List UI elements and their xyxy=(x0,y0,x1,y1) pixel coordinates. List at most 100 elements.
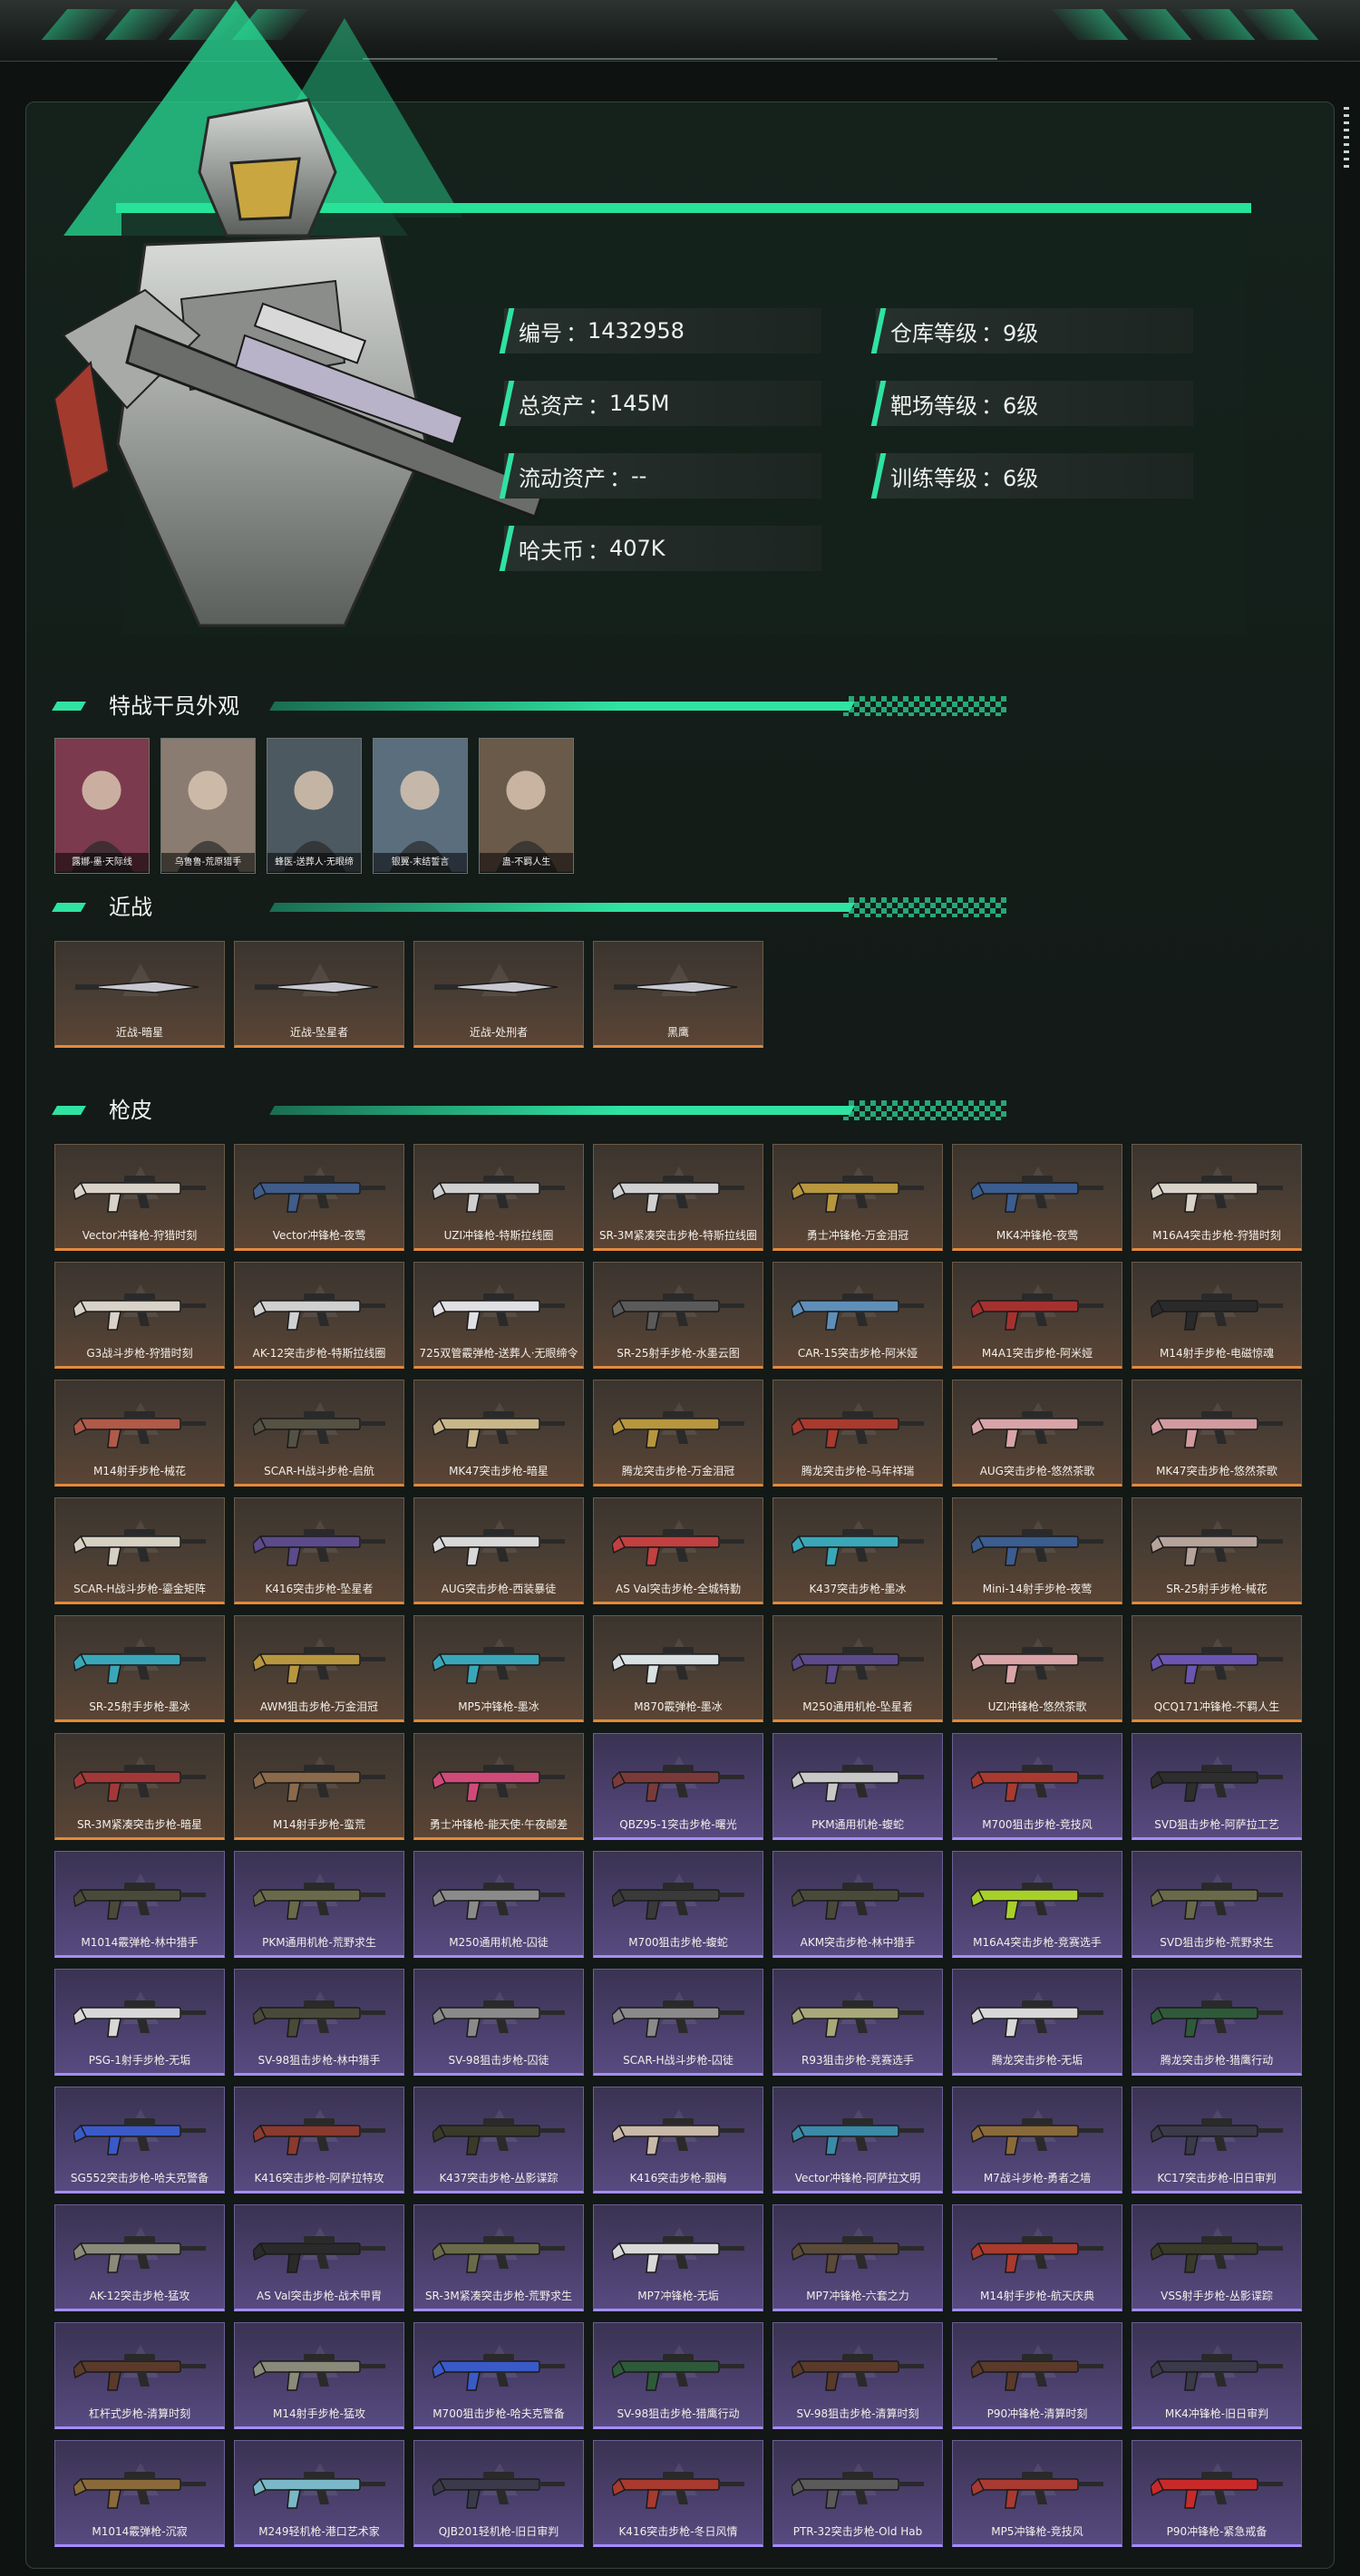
gun-skin-tile[interactable]: MP7冲锋枪-无垢 xyxy=(593,2204,763,2311)
gun-skin-tile[interactable]: K437突击步枪-丛影谍踪 xyxy=(413,2087,584,2193)
gun-skin-tile[interactable]: UZI冲锋枪-特斯拉线圈 xyxy=(413,1144,584,1251)
operator-card[interactable]: 露娜-墨·天际线 xyxy=(54,738,150,874)
gun-skin-tile[interactable]: QBZ95-1突击步枪-曙光 xyxy=(593,1733,763,1840)
gun-skin-tile[interactable]: AS Val突击步枪-战术甲胄 xyxy=(234,2204,404,2311)
gun-skin-tile[interactable]: 勇士冲锋枪-万金泪冠 xyxy=(772,1144,943,1251)
gun-skin-tile[interactable]: M16A4突击步枪-竞赛选手 xyxy=(952,1851,1122,1958)
gun-skin-tile[interactable]: QCQ171冲锋枪-不羁人生 xyxy=(1132,1615,1302,1722)
gun-skin-tile[interactable]: PTR-32突击步枪-Old Hab xyxy=(772,2440,943,2547)
gun-skin-tile[interactable]: K416突击步枪-冬日风情 xyxy=(593,2440,763,2547)
gun-skin-tile[interactable]: P90冲锋枪-清算时刻 xyxy=(952,2322,1122,2429)
gun-skin-tile[interactable]: M7战斗步枪-勇者之墙 xyxy=(952,2087,1122,2193)
gun-skin-tile[interactable]: M700狙击步枪-蝮蛇 xyxy=(593,1851,763,1958)
gun-skin-tile[interactable]: M14射手步枪-电磁惊魂 xyxy=(1132,1262,1302,1369)
gun-skin-tile[interactable]: M14射手步枪-械花 xyxy=(54,1380,225,1487)
knife-icon xyxy=(434,981,559,993)
gun-skin-tile[interactable]: MP5冲锋枪-竞技风 xyxy=(952,2440,1122,2547)
gun-skin-tile[interactable]: SR-25射手步枪-水墨云图 xyxy=(593,1262,763,1369)
gun-skin-tile[interactable]: 腾龙突击步枪-万金泪冠 xyxy=(593,1380,763,1487)
gun-skin-tile[interactable]: SR-25射手步枪-墨冰 xyxy=(54,1615,225,1722)
gun-skin-tile[interactable]: M1014霰弹枪-沉寂 xyxy=(54,2440,225,2547)
gun-skin-tile[interactable]: Vector冲锋枪-夜莺 xyxy=(234,1144,404,1251)
gun-skin-tile[interactable]: M700狙击步枪-竞技风 xyxy=(952,1733,1122,1840)
gun-skin-tile[interactable]: M700狙击步枪-哈夫克警备 xyxy=(413,2322,584,2429)
gun-skin-tile[interactable]: MK47突击步枪-暗星 xyxy=(413,1380,584,1487)
gun-skin-tile[interactable]: AWM狙击步枪-万金泪冠 xyxy=(234,1615,404,1722)
gun-skin-tile[interactable]: SV-98狙击步枪-林中猎手 xyxy=(234,1969,404,2076)
gun-skin-tile[interactable]: SR-25射手步枪-械花 xyxy=(1132,1497,1302,1604)
gun-skin-tile[interactable]: PKM通用机枪-荒野求生 xyxy=(234,1851,404,1958)
gun-skin-tile[interactable]: SV-98狙击步枪-猎鹰行动 xyxy=(593,2322,763,2429)
gun-skin-tile[interactable]: M249轻机枪-港口艺术家 xyxy=(234,2440,404,2547)
operator-card[interactable]: 蜂医-送葬人·无眼缔 xyxy=(267,738,362,874)
gun-skin-tile[interactable]: SV-98狙击步枪-清算时刻 xyxy=(772,2322,943,2429)
gun-skin-tile[interactable]: K416突击步枪-胭梅 xyxy=(593,2087,763,2193)
gun-skin-tile[interactable]: AKM突击步枪-林中猎手 xyxy=(772,1851,943,1958)
gun-skin-tile[interactable]: AUG突击步枪-西装暴徒 xyxy=(413,1497,584,1604)
item-name: R93狙击步枪-竞赛选手 xyxy=(801,2054,914,2067)
gun-skin-tile[interactable]: M250通用机枪-坠星者 xyxy=(772,1615,943,1722)
weapon-icon xyxy=(73,1765,206,1802)
gun-skin-tile[interactable]: PSG-1射手步枪-无垢 xyxy=(54,1969,225,2076)
gun-skin-tile[interactable]: AK-12突击步枪-猛攻 xyxy=(54,2204,225,2311)
gun-skin-tile[interactable]: MK47突击步枪-悠然茶歌 xyxy=(1132,1380,1302,1487)
gun-skin-tile[interactable]: M1014霰弹枪-林中猎手 xyxy=(54,1851,225,1958)
gun-skin-tile[interactable]: R93狙击步枪-竞赛选手 xyxy=(772,1969,943,2076)
gun-skin-tile[interactable]: Mini-14射手步枪-夜莺 xyxy=(952,1497,1122,1604)
melee-tile[interactable]: 近战-暗星 xyxy=(54,941,225,1048)
gun-skin-tile[interactable]: 杠杆式步枪-清算时刻 xyxy=(54,2322,225,2429)
operator-card[interactable]: 乌鲁鲁-荒原猎手 xyxy=(160,738,256,874)
melee-tile[interactable]: 黑鹰 xyxy=(593,941,763,1048)
gun-skin-tile[interactable]: AK-12突击步枪-特斯拉线圈 xyxy=(234,1262,404,1369)
gun-skin-tile[interactable]: M14射手步枪-航天庆典 xyxy=(952,2204,1122,2311)
gun-skin-tile[interactable]: Vector冲锋枪-阿萨拉文明 xyxy=(772,2087,943,2193)
stat-total-assets: 总资产： 145M xyxy=(504,381,821,426)
gun-skin-tile[interactable]: MK4冲锋枪-旧日审判 xyxy=(1132,2322,1302,2429)
stat-liquid-assets: 流动资产： -- xyxy=(504,453,821,499)
gun-skin-tile[interactable]: K416突击步枪-阿萨拉特攻 xyxy=(234,2087,404,2193)
operator-card[interactable]: 蛊-不羁人生 xyxy=(479,738,574,874)
gun-skin-tile[interactable]: SR-3M紧凑突击步枪-特斯拉线圈 xyxy=(593,1144,763,1251)
gun-skin-tile[interactable]: K416突击步枪-坠星者 xyxy=(234,1497,404,1604)
gun-skin-tile[interactable]: SV-98狙击步枪-囚徒 xyxy=(413,1969,584,2076)
gun-skin-tile[interactable]: AUG突击步枪-悠然茶歌 xyxy=(952,1380,1122,1487)
melee-tile[interactable]: 近战-处刑者 xyxy=(413,941,584,1048)
gun-skin-tile[interactable]: PKM通用机枪-蝮蛇 xyxy=(772,1733,943,1840)
gun-skin-tile[interactable]: Vector冲锋枪-狩猎时刻 xyxy=(54,1144,225,1251)
gun-skin-tile[interactable]: SG552突击步枪-哈夫克警备 xyxy=(54,2087,225,2193)
gun-skin-tile[interactable]: 勇士冲锋枪-能天使·午夜邮差 xyxy=(413,1733,584,1840)
gun-skin-tile[interactable]: MP7冲锋枪-六套之力 xyxy=(772,2204,943,2311)
gun-skin-tile[interactable]: SVD狙击步枪-荒野求生 xyxy=(1132,1851,1302,1958)
gun-skin-tile[interactable]: G3战斗步枪-狩猎时刻 xyxy=(54,1262,225,1369)
gun-skin-tile[interactable]: SCAR-H战斗步枪-囚徒 xyxy=(593,1969,763,2076)
gun-skin-tile[interactable]: SCAR-H战斗步枪-鎏金矩阵 xyxy=(54,1497,225,1604)
gun-skin-tile[interactable]: M16A4突击步枪-狩猎时刻 xyxy=(1132,1144,1302,1251)
gun-skin-tile[interactable]: K437突击步枪-墨冰 xyxy=(772,1497,943,1604)
gun-skin-tile[interactable]: 腾龙突击步枪-猎鹰行动 xyxy=(1132,1969,1302,2076)
gun-skin-tile[interactable]: SR-3M紧凑突击步枪-荒野求生 xyxy=(413,2204,584,2311)
gun-skin-tile[interactable]: UZI冲锋枪-悠然茶歌 xyxy=(952,1615,1122,1722)
gun-skin-tile[interactable]: MK4冲锋枪-夜莺 xyxy=(952,1144,1122,1251)
melee-tile[interactable]: 近战-坠星者 xyxy=(234,941,404,1048)
gun-skin-tile[interactable]: M870霰弹枪-墨冰 xyxy=(593,1615,763,1722)
gun-skin-tile[interactable]: M14射手步枪-蛮荒 xyxy=(234,1733,404,1840)
gun-skin-tile[interactable]: 腾龙突击步枪-无垢 xyxy=(952,1969,1122,2076)
item-name: KC17突击步枪-旧日审判 xyxy=(1157,2172,1277,2184)
operator-card[interactable]: 银翼-末结誓言 xyxy=(373,738,468,874)
gun-skin-tile[interactable]: AS Val突击步枪-全城特勤 xyxy=(593,1497,763,1604)
scrollbar-dots[interactable] xyxy=(1344,107,1349,170)
gun-skin-tile[interactable]: M250通用机枪-囚徒 xyxy=(413,1851,584,1958)
gun-skin-tile[interactable]: MP5冲锋枪-墨冰 xyxy=(413,1615,584,1722)
gun-skin-tile[interactable]: SVD狙击步枪-阿萨拉工艺 xyxy=(1132,1733,1302,1840)
gun-skin-tile[interactable]: 腾龙突击步枪-马年祥瑞 xyxy=(772,1380,943,1487)
gun-skin-tile[interactable]: M4A1突击步枪-阿米娅 xyxy=(952,1262,1122,1369)
gun-skin-tile[interactable]: QJB201轻机枪-旧日审判 xyxy=(413,2440,584,2547)
gun-skin-tile[interactable]: CAR-15突击步枪-阿米娅 xyxy=(772,1262,943,1369)
gun-skin-tile[interactable]: 725双管霰弹枪-送葬人·无眼缔令 xyxy=(413,1262,584,1369)
gun-skin-tile[interactable]: M14射手步枪-猛攻 xyxy=(234,2322,404,2429)
gun-skin-tile[interactable]: VSS射手步枪-丛影谍踪 xyxy=(1132,2204,1302,2311)
gun-skin-tile[interactable]: SCAR-H战斗步枪-启航 xyxy=(234,1380,404,1487)
gun-skin-tile[interactable]: KC17突击步枪-旧日审判 xyxy=(1132,2087,1302,2193)
gun-skin-tile[interactable]: P90冲锋枪-紧急戒备 xyxy=(1132,2440,1302,2547)
gun-skin-tile[interactable]: SR-3M紧凑突击步枪-暗星 xyxy=(54,1733,225,1840)
